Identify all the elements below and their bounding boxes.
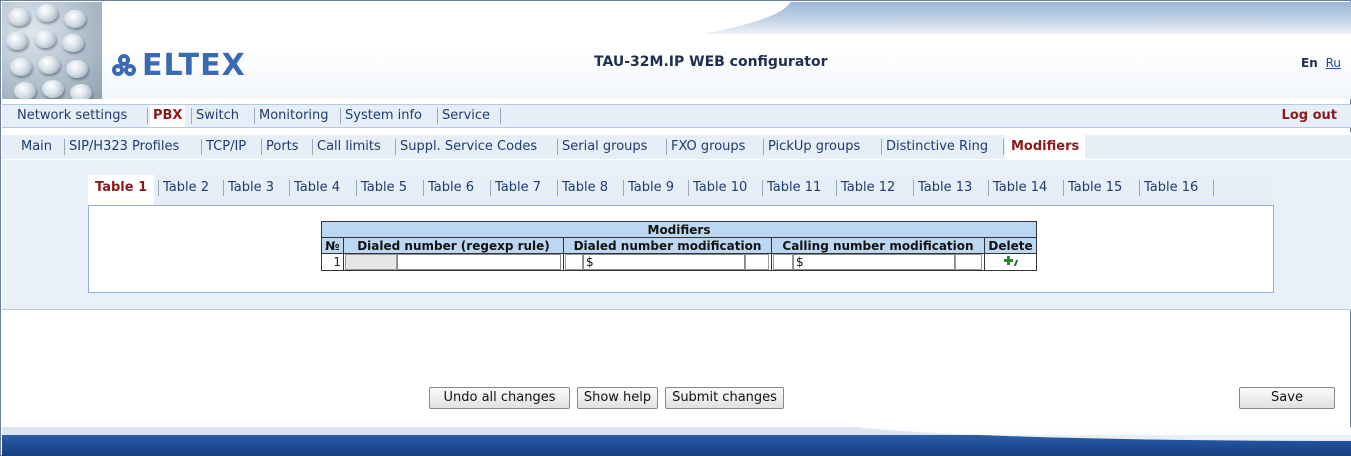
submit-changes-button[interactable]: Submit changes bbox=[665, 387, 784, 409]
delete-cell bbox=[984, 253, 1037, 271]
language-switch: En Ru bbox=[1301, 56, 1341, 70]
app-window: ELTEX TAU-32M.IP WEB configurator En Ru … bbox=[0, 0, 1351, 456]
dialed-regexp-input[interactable] bbox=[397, 254, 561, 270]
calling-modification-cell: $ bbox=[771, 253, 985, 271]
tab-table-5[interactable]: Table 5 bbox=[357, 175, 411, 201]
submenu-distinctive-ring[interactable]: Distinctive Ring bbox=[883, 135, 991, 159]
submenu-modifiers[interactable]: Modifiers bbox=[1005, 135, 1086, 159]
lang-ru-link[interactable]: Ru bbox=[1326, 56, 1341, 70]
lang-en[interactable]: En bbox=[1301, 56, 1318, 70]
show-help-button[interactable]: Show help bbox=[577, 387, 658, 409]
tab-table-15[interactable]: Table 15 bbox=[1064, 175, 1126, 201]
modifiers-table: Modifiers № Dialed number (regexp rule) … bbox=[321, 221, 1037, 271]
sub-menu: Main SIP/H323 Profiles TCP/IP Ports Call… bbox=[2, 132, 1351, 160]
menu-switch[interactable]: Switch bbox=[193, 105, 242, 127]
tab-table-6[interactable]: Table 6 bbox=[424, 175, 478, 201]
logo-text: ELTEX bbox=[142, 47, 246, 83]
regexp-prefix-box bbox=[345, 254, 397, 270]
submenu-pickup-groups[interactable]: PickUp groups bbox=[765, 135, 863, 159]
tab-table-12[interactable]: Table 12 bbox=[837, 175, 899, 201]
tab-table-1[interactable]: Table 1 bbox=[88, 175, 155, 205]
tab-table-4[interactable]: Table 4 bbox=[290, 175, 344, 201]
eltex-logo-icon bbox=[112, 54, 136, 76]
submenu-ports[interactable]: Ports bbox=[263, 135, 302, 159]
tab-table-11[interactable]: Table 11 bbox=[763, 175, 825, 201]
dialed-modification-cell: $ bbox=[563, 253, 772, 271]
table-tabs: Table 1 Table 2 Table 3 Table 4 Table 5 … bbox=[88, 175, 1274, 205]
menu-pbx[interactable]: PBX bbox=[150, 105, 186, 127]
table-row: 1 $ $ bbox=[321, 253, 1037, 271]
col-index-header: № bbox=[321, 237, 344, 254]
save-button[interactable]: Save bbox=[1239, 387, 1335, 409]
menu-network-settings[interactable]: Network settings bbox=[14, 105, 130, 127]
col-delete-header: Delete bbox=[984, 237, 1037, 254]
main-menu: Network settings PBX Switch Monitoring S… bbox=[2, 104, 1351, 128]
submenu-call-limits[interactable]: Call limits bbox=[314, 135, 384, 159]
menu-service[interactable]: Service bbox=[439, 105, 493, 127]
tab-table-16[interactable]: Table 16 bbox=[1140, 175, 1202, 201]
modifiers-table-title: Modifiers bbox=[321, 221, 1037, 238]
keypad-image bbox=[2, 2, 102, 99]
dialed-regexp-cell bbox=[343, 253, 564, 271]
tab-table-9[interactable]: Table 9 bbox=[624, 175, 678, 201]
tab-table-13[interactable]: Table 13 bbox=[914, 175, 976, 201]
app-title: TAU-32M.IP WEB configurator bbox=[594, 54, 828, 70]
tab-table-3[interactable]: Table 3 bbox=[224, 175, 278, 201]
row-index: 1 bbox=[321, 253, 344, 271]
submenu-fxo-groups[interactable]: FXO groups bbox=[668, 135, 748, 159]
eltex-logo: ELTEX bbox=[112, 47, 246, 83]
submenu-sip-h323-profiles[interactable]: SIP/H323 Profiles bbox=[66, 135, 182, 159]
header: ELTEX TAU-32M.IP WEB configurator En Ru bbox=[2, 2, 1351, 99]
tab-table-8[interactable]: Table 8 bbox=[558, 175, 612, 201]
dialed-modification-input[interactable]: $ bbox=[583, 254, 745, 270]
footer-band bbox=[2, 427, 1351, 456]
menu-system-info[interactable]: System info bbox=[342, 105, 425, 127]
tab-table-10[interactable]: Table 10 bbox=[689, 175, 751, 201]
submenu-tcp-ip[interactable]: TCP/IP bbox=[203, 135, 249, 159]
col-calling-modification-header: Calling number modification bbox=[771, 237, 985, 254]
submenu-suppl-service-codes[interactable]: Suppl. Service Codes bbox=[397, 135, 540, 159]
tab-table-14[interactable]: Table 14 bbox=[989, 175, 1051, 201]
calling-modification-input[interactable]: $ bbox=[793, 254, 955, 270]
submenu-serial-groups[interactable]: Serial groups bbox=[559, 135, 650, 159]
logout-link[interactable]: Log out bbox=[1282, 105, 1337, 127]
col-dialed-regexp-header: Dialed number (regexp rule) bbox=[343, 237, 564, 254]
col-dialed-modification-header: Dialed number modification bbox=[563, 237, 772, 254]
submenu-main[interactable]: Main bbox=[18, 135, 55, 159]
tab-table-2[interactable]: Table 2 bbox=[159, 175, 213, 201]
add-row-icon[interactable] bbox=[1003, 255, 1018, 267]
undo-all-changes-button[interactable]: Undo all changes bbox=[429, 387, 570, 409]
menu-monitoring[interactable]: Monitoring bbox=[256, 105, 332, 127]
tab-table-7[interactable]: Table 7 bbox=[491, 175, 545, 201]
